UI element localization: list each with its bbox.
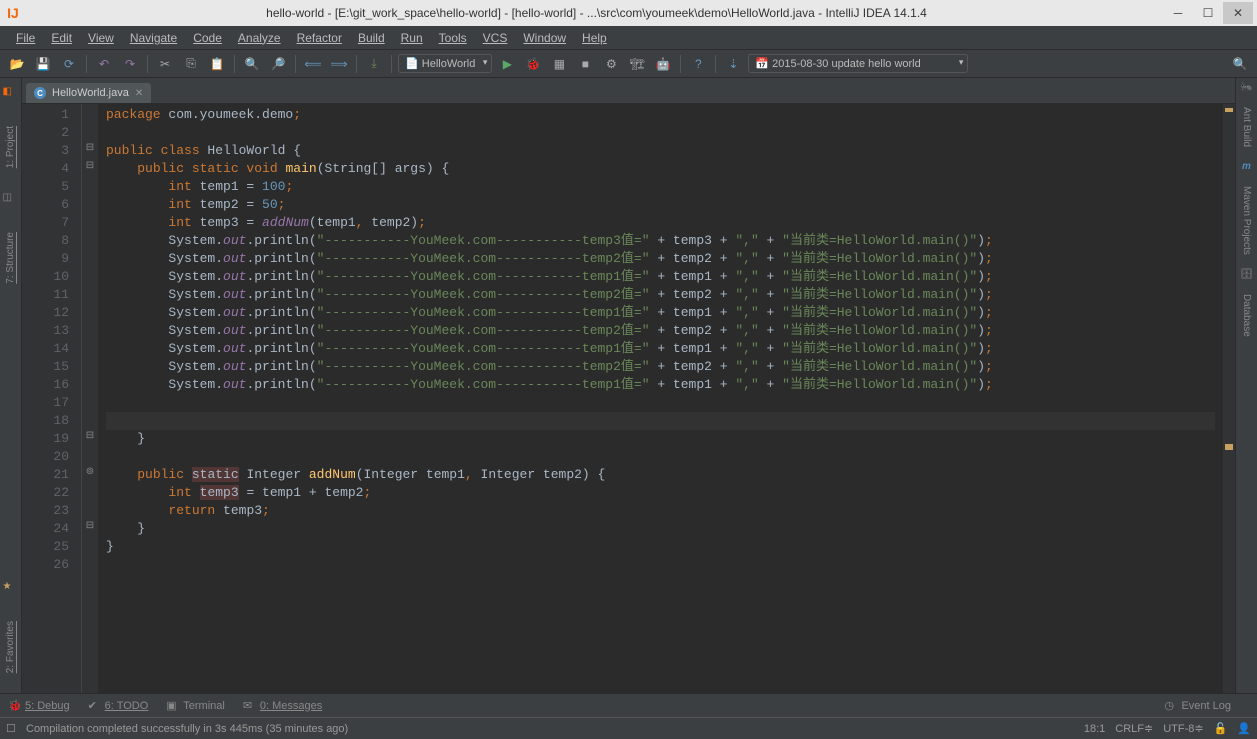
menu-navigate[interactable]: Navigate — [122, 28, 185, 48]
menu-view[interactable]: View — [80, 28, 122, 48]
search-everywhere-icon[interactable]: 🔍 — [1229, 53, 1251, 75]
redo-icon[interactable]: ↷ — [119, 53, 141, 75]
project-tool-icon[interactable]: ◧ — [3, 86, 19, 102]
structure-tool-button[interactable]: 7: Structure — [5, 232, 16, 284]
debug-tool-button[interactable]: 🐞5: Debug — [8, 699, 70, 712]
class-file-icon: C — [34, 87, 46, 99]
window-title: hello-world - [E:\git_work_space\hello-w… — [30, 6, 1163, 20]
help-icon[interactable]: ? — [687, 53, 709, 75]
structure-tool-icon[interactable]: ◫ — [3, 192, 19, 208]
forward-icon[interactable]: ⟹ — [328, 53, 350, 75]
left-tool-strip: ◧ 1: Project ◫ 7: Structure ★ 2: Favorit… — [0, 78, 22, 693]
messages-tool-button[interactable]: ✉0: Messages — [243, 699, 322, 712]
make-icon[interactable]: ⤓ — [363, 53, 385, 75]
menu-window[interactable]: Window — [515, 28, 574, 48]
menubar: File Edit View Navigate Code Analyze Ref… — [0, 26, 1257, 50]
toolbar: 📂 💾 ⟳ ↶ ↷ ✂ ⎘ 📋 🔍 🔎 ⟸ ⟹ ⤓ 📄 HelloWorld ▶… — [0, 50, 1257, 78]
terminal-tool-button[interactable]: ▣Terminal — [166, 699, 225, 712]
database-tool-button[interactable]: Database — [1241, 294, 1252, 337]
vcs-update-icon[interactable]: ⇣ — [722, 53, 744, 75]
project-structure-icon[interactable]: 🏗 — [626, 53, 648, 75]
bottom-tool-strip: 🐞5: Debug ✔6: TODO ▣Terminal ✉0: Message… — [0, 693, 1257, 717]
run-icon[interactable]: ▶ — [496, 53, 518, 75]
undo-icon[interactable]: ↶ — [93, 53, 115, 75]
event-log-button[interactable]: ◷Event Log — [1164, 699, 1231, 712]
stop-icon[interactable]: ■ — [574, 53, 596, 75]
menu-refactor[interactable]: Refactor — [289, 28, 350, 48]
copy-icon[interactable]: ⎘ — [180, 53, 202, 75]
file-encoding[interactable]: UTF-8≑ — [1163, 722, 1203, 735]
menu-code[interactable]: Code — [185, 28, 230, 48]
maximize-button[interactable]: ☐ — [1193, 2, 1223, 24]
run-config-select[interactable]: 📄 HelloWorld — [398, 54, 492, 73]
coverage-icon[interactable]: ▦ — [548, 53, 570, 75]
menu-build[interactable]: Build — [350, 28, 393, 48]
line-number-gutter[interactable]: 1234567891011121314151617181920212223242… — [22, 104, 82, 693]
folding-gutter[interactable]: ⊟⊟⊟⊚⊟ — [82, 104, 98, 693]
menu-help[interactable]: Help — [574, 28, 615, 48]
favorites-tool-icon[interactable]: ★ — [3, 581, 19, 597]
minimize-button[interactable]: ─ — [1163, 2, 1193, 24]
editor-tab[interactable]: C HelloWorld.java ✕ — [26, 83, 151, 103]
find-icon[interactable]: 🔍 — [241, 53, 263, 75]
ide-settings-icon[interactable]: ⚙ — [600, 53, 622, 75]
menu-run[interactable]: Run — [393, 28, 431, 48]
menu-tools[interactable]: Tools — [431, 28, 475, 48]
status-message: Compilation completed successfully in 3s… — [26, 723, 1074, 735]
close-button[interactable]: ✕ — [1223, 2, 1253, 24]
sdk-icon[interactable]: 🤖 — [652, 53, 674, 75]
statusbar: ☐ Compilation completed successfully in … — [0, 717, 1257, 739]
vcs-log-select[interactable]: 📅 2015-08-30 update hello world — [748, 54, 968, 73]
error-marker-strip[interactable] — [1223, 104, 1235, 693]
app-logo-icon: IJ — [4, 4, 22, 22]
editor-area: C HelloWorld.java ✕ 12345678910111213141… — [22, 78, 1235, 693]
caret-position[interactable]: 18:1 — [1084, 723, 1105, 735]
maven-tool-button[interactable]: Maven Projects — [1241, 186, 1252, 255]
line-ending[interactable]: CRLF≑ — [1115, 722, 1153, 735]
close-tab-icon[interactable]: ✕ — [135, 88, 143, 99]
favorites-tool-button[interactable]: 2: Favorites — [5, 621, 16, 673]
project-tool-button[interactable]: 1: Project — [5, 126, 16, 168]
ant-tool-icon[interactable]: 🐜 — [1240, 82, 1252, 93]
replace-icon[interactable]: 🔎 — [267, 53, 289, 75]
debug-icon[interactable]: 🐞 — [522, 53, 544, 75]
readonly-toggle-icon[interactable]: 🔓 — [1214, 722, 1228, 735]
back-icon[interactable]: ⟸ — [302, 53, 324, 75]
menu-analyze[interactable]: Analyze — [230, 28, 289, 48]
menu-file[interactable]: File — [8, 28, 43, 48]
save-icon[interactable]: 💾 — [32, 53, 54, 75]
cut-icon[interactable]: ✂ — [154, 53, 176, 75]
paste-icon[interactable]: 📋 — [206, 53, 228, 75]
editor-tabbar: C HelloWorld.java ✕ — [22, 78, 1235, 104]
open-icon[interactable]: 📂 — [6, 53, 28, 75]
ant-tool-button[interactable]: Ant Build — [1241, 107, 1252, 147]
todo-tool-button[interactable]: ✔6: TODO — [88, 699, 149, 712]
inspections-icon[interactable]: 👤 — [1237, 722, 1251, 735]
right-tool-strip: 🐜 Ant Build m Maven Projects 🗄 Database — [1235, 78, 1257, 693]
sync-icon[interactable]: ⟳ — [58, 53, 80, 75]
menu-edit[interactable]: Edit — [43, 28, 80, 48]
toolwindow-toggle-icon[interactable]: ☐ — [6, 722, 20, 736]
code-editor[interactable]: package com.youmeek.demo;public class He… — [98, 104, 1223, 693]
maven-tool-icon[interactable]: m — [1242, 161, 1251, 172]
menu-vcs[interactable]: VCS — [475, 28, 516, 48]
editor-tab-label: HelloWorld.java — [52, 87, 129, 99]
database-tool-icon[interactable]: 🗄 — [1240, 269, 1253, 280]
titlebar: IJ hello-world - [E:\git_work_space\hell… — [0, 0, 1257, 26]
